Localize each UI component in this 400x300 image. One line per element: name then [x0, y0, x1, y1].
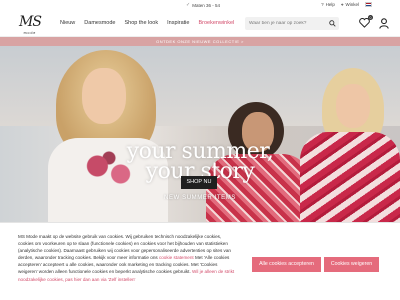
- search-box: [245, 17, 339, 30]
- store-link[interactable]: ⌖ Winkel: [341, 2, 359, 7]
- search-icon[interactable]: [329, 20, 336, 27]
- accept-all-cookies-button[interactable]: Alle cookies accepteren: [252, 257, 321, 272]
- heart-icon: [358, 18, 370, 28]
- nav-item-broekenwinkel[interactable]: Broekenwinkel: [198, 20, 234, 26]
- store-label: Winkel: [345, 2, 359, 7]
- language-flag-icon[interactable]: [365, 2, 372, 7]
- help-link[interactable]: ? Help: [321, 2, 335, 7]
- cookie-statement-link[interactable]: cookie statement: [159, 255, 194, 260]
- nav-item-damesmode[interactable]: Damesmode: [84, 20, 115, 26]
- shop-now-button[interactable]: SHOP NU: [181, 176, 217, 189]
- check-icon: ✓: [186, 2, 191, 8]
- model-right-face: [336, 84, 370, 128]
- nav-item-shop-the-look[interactable]: Shop the look: [124, 20, 158, 26]
- model-left-face: [82, 68, 126, 124]
- utility-bar: ✓ Maten 36 - 54 ? Help ⌖ Winkel: [0, 0, 400, 11]
- promo-banner[interactable]: ONTDEK ONZE NIEUWE COLLECTIE >: [0, 37, 400, 46]
- brand-logo[interactable]: MS mode: [18, 13, 42, 35]
- account-button[interactable]: [378, 17, 390, 29]
- help-label: Help: [325, 2, 335, 7]
- nav-item-inspiratie[interactable]: Inspiratie: [167, 20, 189, 26]
- question-icon: ?: [321, 2, 324, 7]
- logo-text: MS: [19, 14, 42, 30]
- location-icon: ⌖: [340, 2, 344, 7]
- cookie-banner: MS Mode maakt op de website gebruik van …: [0, 222, 400, 300]
- wishlist-button[interactable]: 0: [358, 15, 373, 29]
- nav-item-nieuw[interactable]: Nieuw: [60, 20, 75, 26]
- refuse-cookies-button[interactable]: Cookies weigeren: [324, 257, 379, 272]
- sizes-label: Maten 36 - 54: [192, 2, 220, 8]
- search-input[interactable]: [249, 21, 329, 26]
- hero-cta-wrap: SHOP NU: [181, 176, 217, 189]
- hero-banner: your summer, your story NEW SUMMER ITEMS: [0, 46, 400, 222]
- main-nav: Nieuw Damesmode Shop the look Inspiratie…: [60, 20, 234, 26]
- cookie-text: MS Mode maakt op de website gebruik van …: [18, 233, 236, 283]
- logo-subtext: mode: [23, 31, 37, 35]
- user-icon: [379, 17, 389, 29]
- sizes-info: ✓ Maten 36 - 54: [186, 2, 220, 8]
- hero-subline: NEW SUMMER ITEMS: [164, 195, 236, 201]
- site-header: MS mode Nieuw Damesmode Shop the look In…: [0, 11, 400, 37]
- wishlist-count-badge: 0: [368, 15, 373, 20]
